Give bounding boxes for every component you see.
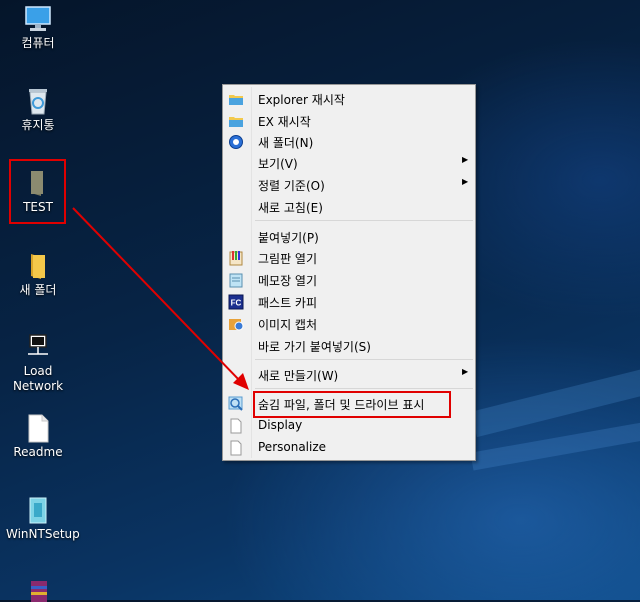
menu-separator bbox=[255, 388, 473, 389]
explorer-folder-icon bbox=[229, 95, 243, 105]
wallpaper-light-beam bbox=[470, 407, 640, 471]
menu-item-image-capture[interactable]: 이미지 캡처 bbox=[225, 313, 473, 334]
blank-page-icon bbox=[230, 440, 242, 456]
menu-item-personalize[interactable]: Personalize bbox=[225, 437, 473, 458]
setup-icon bbox=[29, 497, 47, 524]
desktop-icon-winrar[interactable] bbox=[6, 578, 70, 602]
menu-item-paste-shortcut[interactable]: 바로 가기 붙여넣기(S) bbox=[225, 335, 473, 356]
menu-item-sort-by[interactable]: 정렬 기준(O) ▶ bbox=[225, 174, 473, 195]
menu-item-ex-restart[interactable]: EX 재시작 bbox=[225, 110, 473, 131]
folder-icon bbox=[31, 254, 45, 279]
network-icon bbox=[28, 334, 48, 355]
blank-page-icon bbox=[230, 418, 242, 434]
menu-item-view[interactable]: 보기(V) ▶ bbox=[225, 152, 473, 173]
desktop-icon-new-folder[interactable]: 새 폴더 bbox=[6, 251, 70, 298]
menu-item-display[interactable]: Display bbox=[225, 415, 473, 436]
desktop-icon-recycle-bin[interactable]: 휴지통 bbox=[6, 86, 70, 133]
annotation-highlight-box bbox=[253, 391, 451, 418]
menu-item-open-notepad[interactable]: 메모장 열기 bbox=[225, 269, 473, 290]
menu-item-refresh[interactable]: 새로 고침(E) bbox=[225, 196, 473, 217]
menu-item-explorer-restart[interactable]: Explorer 재시작 bbox=[225, 88, 473, 109]
winrar-icon bbox=[31, 581, 47, 602]
submenu-arrow-icon: ▶ bbox=[462, 155, 469, 164]
desktop-icon-load-network[interactable]: Load Network bbox=[6, 332, 70, 394]
submenu-arrow-icon: ▶ bbox=[462, 367, 469, 376]
menu-item-paste[interactable]: 붙여넣기(P) bbox=[225, 226, 473, 247]
notepad-icon bbox=[229, 273, 243, 288]
desktop-icon-readme[interactable]: Readme bbox=[6, 413, 70, 460]
desktop-icon-label: 컴퓨터 bbox=[21, 36, 55, 50]
menu-item-open-paint[interactable]: 그림판 열기 bbox=[225, 247, 473, 268]
menu-item-new[interactable]: 새로 만들기(W) ▶ bbox=[225, 364, 473, 385]
new-folder-icon bbox=[229, 135, 243, 149]
submenu-arrow-icon: ▶ bbox=[462, 177, 469, 186]
menu-separator bbox=[255, 220, 473, 221]
menu-item-new-folder[interactable]: 새 폴더(N) bbox=[225, 131, 473, 152]
recycle-bin-icon bbox=[29, 89, 47, 115]
desktop-icon-label: Load Network bbox=[12, 364, 64, 393]
menu-item-fast-copy[interactable]: FC 패스트 카피 bbox=[225, 291, 473, 312]
desktop-icon-label: 새 폴더 bbox=[19, 283, 57, 297]
fastcopy-icon: FC bbox=[228, 294, 244, 310]
desktop-icon-label: Readme bbox=[13, 445, 63, 459]
wallpaper-light-beam bbox=[470, 348, 640, 438]
search-icon bbox=[228, 396, 243, 411]
annotation-highlight-box bbox=[9, 159, 66, 224]
explorer-folder-icon bbox=[229, 117, 243, 127]
svg-text:FC: FC bbox=[231, 299, 242, 308]
paint-icon bbox=[229, 251, 243, 266]
menu-separator bbox=[255, 359, 473, 360]
desktop-icon-label: 휴지통 bbox=[21, 118, 55, 132]
document-icon bbox=[28, 414, 49, 443]
capture-icon bbox=[229, 319, 244, 331]
desktop-icon-label: WinNTSetup bbox=[6, 527, 80, 541]
desktop-icon-computer[interactable]: 컴퓨터 bbox=[6, 4, 70, 51]
computer-icon bbox=[25, 6, 51, 31]
desktop-icon-winntsetup[interactable]: WinNTSetup bbox=[6, 495, 80, 542]
